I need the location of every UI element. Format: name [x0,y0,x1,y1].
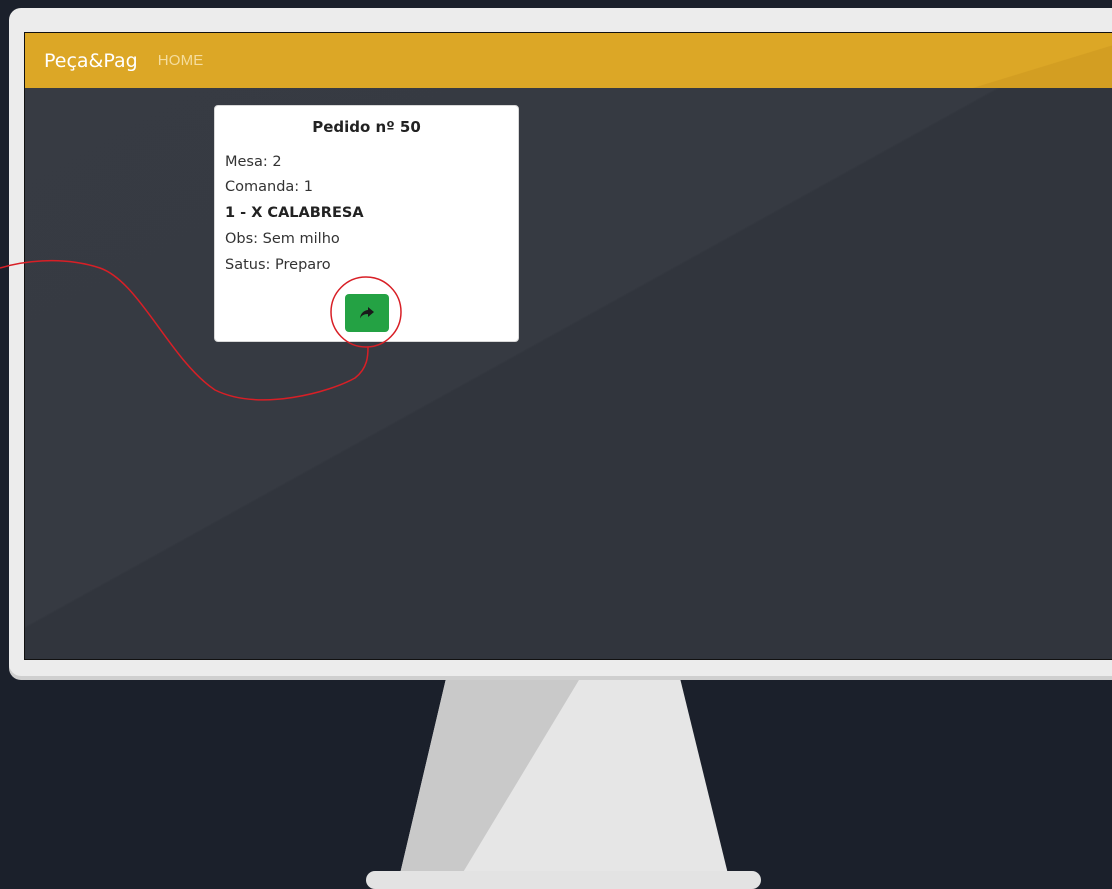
order-obs: Obs: Sem milho [225,231,340,247]
order-mesa: Mesa: 2 [225,154,282,170]
order-comanda: Comanda: 1 [225,179,314,195]
stand-base [366,871,761,889]
app-screen: Peça&Pag HOME Pedido nº 50 Mesa: 2 Coman… [24,32,1112,660]
nav-home-link[interactable]: HOME [158,52,204,69]
order-item: 1 - X CALABRESA [225,205,364,221]
stage: Peça&Pag HOME Pedido nº 50 Mesa: 2 Coman… [0,0,1112,889]
advance-order-button[interactable] [345,294,389,332]
brand-logo[interactable]: Peça&Pag [44,50,138,72]
stand-neck [400,670,728,874]
order-status: Satus: Preparo [225,257,331,273]
navbar: Peça&Pag HOME [25,33,1112,88]
stand-neck-shade [400,670,585,874]
share-forward-icon [360,307,374,319]
order-title: Pedido nº 50 [312,118,421,136]
order-card: Pedido nº 50 Mesa: 2 Comanda: 1 1 - X CA… [214,105,519,342]
